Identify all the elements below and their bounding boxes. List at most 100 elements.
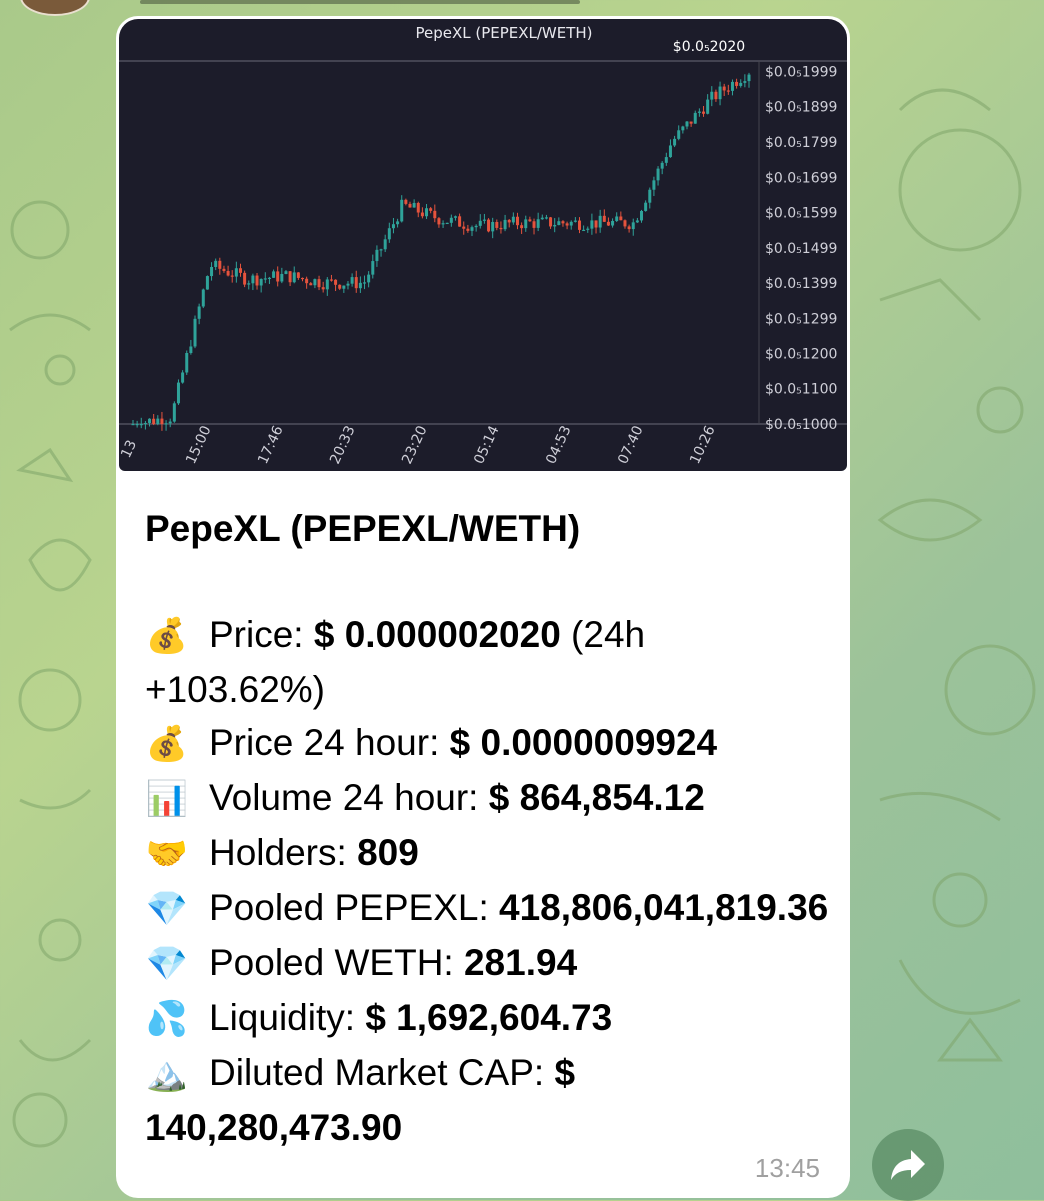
candle-body (193, 318, 197, 347)
forward-arrow-icon (891, 1150, 925, 1180)
x-tick-label: 07:40 (615, 423, 647, 466)
candle-body (644, 202, 648, 211)
candle-body (172, 403, 176, 422)
candle-body (714, 91, 718, 100)
price-chart[interactable]: PepeXL (PEPEXL/WETH) $0.0₅1999 $0.0₅1899 $0… (119, 19, 847, 471)
candle-body (263, 278, 267, 280)
holders-row: 🤝 Holders: 809 (145, 826, 830, 881)
candle-body (739, 82, 743, 86)
y-tick-label: $0.0₅1100 (765, 382, 837, 398)
candle-body (396, 221, 400, 225)
volume-label: Volume 24 hour: (209, 777, 489, 818)
candle-body (441, 223, 445, 225)
candle-body (309, 283, 313, 286)
message-bubble[interactable]: PepeXL (PEPEXL/WETH) $0.0₅1999 $0.0₅1899 $0… (116, 16, 850, 1198)
candle-body (730, 81, 734, 91)
candle-body (404, 199, 408, 204)
y-tick-label: $0.0₅1599 (765, 206, 837, 222)
candle-body (706, 99, 710, 114)
candle-body (317, 279, 321, 288)
candle-body (391, 224, 395, 229)
candle-body (197, 306, 201, 319)
candle-body (470, 227, 474, 231)
candle-body (590, 220, 594, 229)
y-tick-label: $0.0₅1299 (765, 311, 837, 327)
last-price-label: $0.0₅2020 (673, 39, 745, 55)
candle-body (673, 138, 677, 146)
candle-body (234, 268, 238, 277)
candle-body (168, 421, 172, 424)
price-chart-svg: PepeXL (PEPEXL/WETH) $0.0₅1999 $0.0₅1899 $0… (119, 24, 847, 467)
candle-body (425, 208, 429, 217)
candle-body (598, 215, 602, 228)
candle-body (329, 279, 333, 281)
candle-body (400, 199, 404, 222)
y-tick-label: $0.0₅1999 (765, 64, 837, 80)
price24-label: Price 24 hour: (209, 722, 450, 763)
candle-body (342, 285, 346, 289)
volume-row: 📊 Volume 24 hour: $ 864,854.12 (145, 771, 830, 826)
candle-body (218, 260, 222, 269)
candle-body (305, 278, 309, 284)
candle-body (640, 210, 644, 221)
candle-body (230, 275, 234, 277)
market-cap-label: Diluted Market CAP: (209, 1052, 555, 1093)
candle-body (681, 126, 685, 131)
previous-message-edge (140, 0, 580, 4)
x-tick-label: 20:33 (327, 423, 359, 466)
liquidity-label: Liquidity: (209, 997, 366, 1038)
candle-body (292, 272, 296, 283)
price-row: 💰 Price: $ 0.000002020 (24h +103.62%) (145, 608, 830, 716)
candle-body (482, 219, 486, 221)
y-tick-label: $0.0₅1499 (765, 241, 837, 257)
candle-body (201, 289, 205, 307)
candle-body (367, 274, 371, 283)
candle-body (631, 222, 635, 230)
candle-body (718, 86, 722, 100)
candle-body (296, 272, 300, 278)
candle-body (160, 418, 164, 424)
x-tick-label: 23:20 (399, 423, 431, 466)
candle-body (528, 219, 532, 222)
candle-body (652, 180, 656, 190)
candle-body (747, 74, 751, 82)
x-tick-label: 15:00 (183, 423, 215, 466)
pooled-weth-label: Pooled WETH: (209, 942, 464, 983)
candle-body (660, 162, 664, 169)
y-tick-label: $0.0₅1399 (765, 276, 837, 292)
liquidity-value: $ 1,692,604.73 (365, 997, 613, 1038)
candle-body (453, 216, 457, 218)
candle-body (507, 219, 511, 223)
candle-body (569, 221, 573, 226)
price-label: Price: (209, 614, 314, 655)
candle-body (251, 275, 255, 284)
candle-body (627, 226, 631, 230)
forward-button[interactable] (872, 1129, 944, 1201)
candle-body (474, 225, 478, 228)
candle-body (433, 210, 437, 219)
candle-body (565, 223, 569, 226)
pooled-token-row: 💎 Pooled PEPEXL: 418,806,041,819.36 (145, 881, 830, 936)
candle-body (375, 249, 379, 262)
candle-body (557, 221, 561, 225)
candle-body (325, 279, 329, 290)
price24-row: 💰 Price 24 hour: $ 0.0000009924 (145, 716, 830, 771)
y-tick-label: $0.0₅1200 (765, 346, 837, 362)
candle-body (164, 423, 168, 425)
candle-body (710, 91, 714, 100)
gem-icon: 💎 (145, 945, 189, 983)
candle-body (205, 276, 209, 290)
pooled-token-label: Pooled PEPEXL: (209, 887, 500, 928)
candle-body (346, 283, 350, 286)
candle-body (143, 422, 147, 425)
candle-body (412, 202, 416, 208)
volume-value: $ 864,854.12 (488, 777, 705, 818)
candle-body (487, 219, 491, 232)
message-time: 13:45 (754, 1153, 820, 1183)
candle-body (358, 282, 362, 289)
candle-body (466, 228, 470, 231)
candle-body (577, 220, 581, 230)
candle-body (280, 273, 284, 282)
message-title: PepeXL (PEPEXL/WETH) (145, 508, 581, 549)
sender-avatar[interactable] (20, 0, 90, 16)
